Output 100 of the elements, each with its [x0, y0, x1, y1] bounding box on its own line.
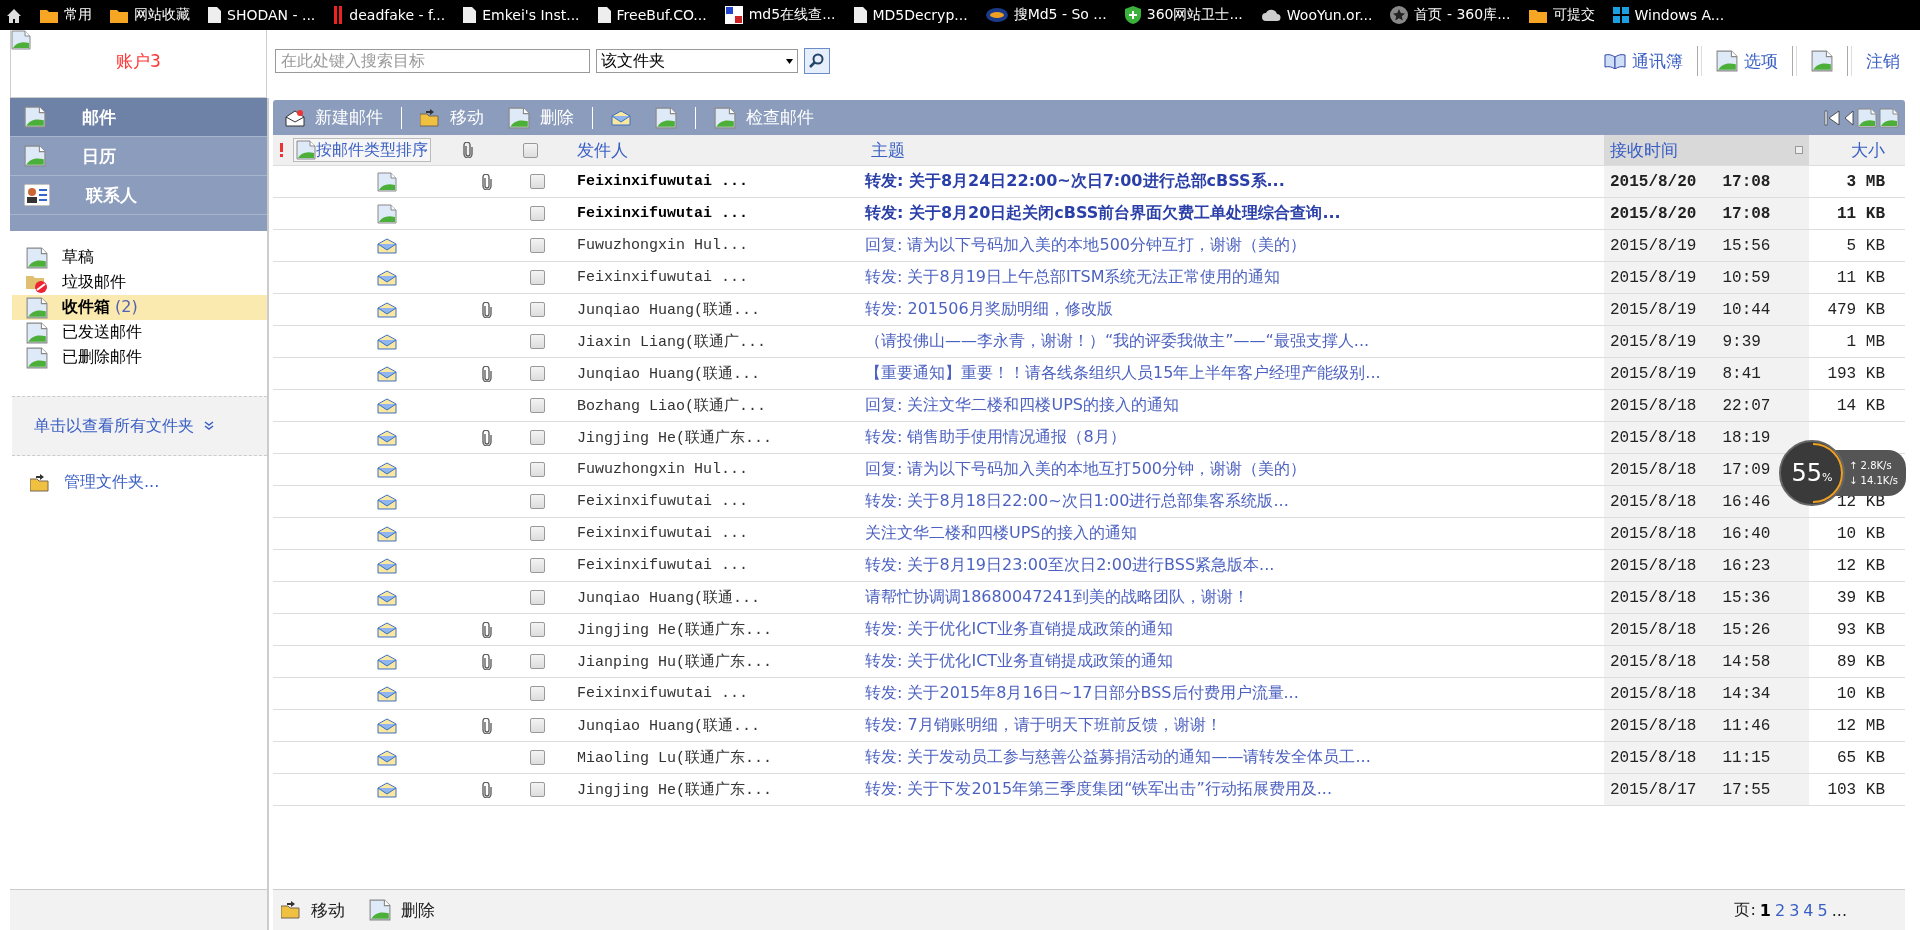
- received-time: 10:44: [1722, 300, 1771, 319]
- toolbar-button[interactable]: 删除: [369, 898, 435, 922]
- bookmark-link[interactable]: 首页 - 360库...: [1390, 6, 1511, 24]
- folder-scope-dropdown[interactable]: 该文件夹: [596, 49, 798, 73]
- bookmark-link[interactable]: 360网站卫士...: [1124, 6, 1243, 24]
- subject-link[interactable]: 回复: 关注文华二楼和四楼UPS的接入的通知: [865, 395, 1179, 416]
- row-checkbox[interactable]: [529, 334, 545, 349]
- picture-icon: [1879, 107, 1899, 128]
- previous-page-icon[interactable]: [1843, 108, 1855, 127]
- manage-folders-link[interactable]: 管理文件夹...: [64, 472, 160, 493]
- page-link[interactable]: 3: [1789, 900, 1800, 920]
- row-checkbox[interactable]: [529, 750, 545, 765]
- toolbar-button[interactable]: 移动: [281, 898, 345, 922]
- row-checkbox[interactable]: [529, 718, 545, 733]
- picture-icon: [377, 203, 397, 224]
- account-name: 账户3: [116, 50, 161, 73]
- received-date: 2015/8/18: [1610, 620, 1697, 639]
- subject-link[interactable]: 转发: 关于8月24日22:00~次日7:00进行总部cBSS系...: [865, 171, 1285, 192]
- first-page-icon[interactable]: [1823, 108, 1841, 127]
- subject-link[interactable]: 转发: 关于8月20日起关闭cBSS前台界面欠费工单处理综合查询...: [865, 203, 1341, 224]
- bookmark-link[interactable]: 常用: [40, 6, 92, 24]
- subject-link[interactable]: 转发: 201506月奖励明细，修改版: [865, 299, 1113, 320]
- subject-link[interactable]: 转发: 7月销账明细，请于明天下班前反馈，谢谢！: [865, 715, 1222, 736]
- subject-link[interactable]: 转发: 关于优化ICT业务直销提成政策的通知: [865, 619, 1174, 640]
- row-checkbox[interactable]: [529, 526, 545, 541]
- subject-link[interactable]: 关注文华二楼和四楼UPS的接入的通知: [865, 523, 1137, 544]
- row-checkbox[interactable]: [529, 270, 545, 285]
- page-link[interactable]: 2: [1775, 900, 1786, 920]
- folder-item[interactable]: 垃圾邮件: [12, 270, 267, 295]
- subject-link[interactable]: 转发: 关于优化ICT业务直销提成政策的通知: [865, 651, 1174, 672]
- bookmark-link[interactable]: 网站收藏: [110, 6, 190, 24]
- row-checkbox[interactable]: [529, 174, 545, 189]
- search-field[interactable]: 在此处键入搜索目标: [275, 49, 590, 73]
- row-checkbox[interactable]: [529, 686, 545, 701]
- more-pages: ...: [1831, 900, 1847, 920]
- subject-link[interactable]: 转发: 关于2015年8月16日~17日部分BSS后付费用户流量...: [865, 683, 1299, 704]
- bookmark-link[interactable]: deadfake - f...: [333, 6, 446, 24]
- row-checkbox[interactable]: [529, 238, 545, 253]
- subject-link[interactable]: 转发: 关于8月19日上午总部ITSM系统无法正常使用的通知: [865, 267, 1281, 288]
- envelope-icon: [377, 717, 397, 734]
- received-date: 2015/8/19: [1610, 268, 1697, 287]
- subject-link[interactable]: 回复: 请为以下号码加入美的本地500分钟互打，谢谢（美的）: [865, 235, 1306, 256]
- subject-link[interactable]: 转发: 关于8月18日22:00~次日1:00进行总部集客系统版...: [865, 491, 1289, 512]
- bookmark-link[interactable]: Emkei's Inst...: [463, 7, 580, 23]
- bookmark-link[interactable]: MD5Decryp...: [853, 7, 968, 23]
- header-link[interactable]: 注销: [1866, 49, 1900, 73]
- envelope-icon: [377, 333, 397, 350]
- bookmark-link[interactable]: FreeBuf.CO...: [597, 7, 707, 23]
- received-time: 9:39: [1722, 332, 1761, 351]
- row-checkbox[interactable]: [529, 782, 545, 797]
- row-checkbox[interactable]: [529, 654, 545, 669]
- page-link[interactable]: 4: [1803, 900, 1814, 920]
- cloud-icon: [1260, 8, 1281, 22]
- row-checkbox[interactable]: [529, 590, 545, 605]
- subject-link[interactable]: 转发: 关于下发2015年第三季度集团“铁军出击”行动拓展费用及...: [865, 779, 1333, 800]
- bookmark-link[interactable]: WooYun.or...: [1260, 7, 1373, 23]
- row-checkbox[interactable]: [529, 366, 545, 381]
- folder-item[interactable]: 收件箱 (2): [12, 295, 267, 320]
- row-checkbox[interactable]: [529, 494, 545, 509]
- bookmark-link[interactable]: Windows A...: [1612, 7, 1725, 23]
- folder-name: 已删除邮件: [62, 347, 142, 368]
- row-checkbox[interactable]: [529, 622, 545, 637]
- folder-item[interactable]: 已发送邮件: [12, 320, 267, 345]
- header-link[interactable]: 通讯簿: [1604, 49, 1683, 73]
- search-button[interactable]: [804, 48, 830, 74]
- column-header[interactable]: 大小: [1809, 135, 1905, 165]
- page-link[interactable]: 5: [1817, 900, 1828, 920]
- envelope-icon: [377, 237, 397, 254]
- sender-name: Feixinxifuwutai ...: [576, 525, 749, 542]
- subject-link[interactable]: 转发: 销售助手使用情况通报（8月）: [865, 427, 1126, 448]
- sender-name: Feixinxifuwutai ...: [576, 173, 749, 190]
- bookmark-link[interactable]: md5在线查...: [724, 6, 836, 24]
- row-checkbox[interactable]: [529, 558, 545, 573]
- paperclip-icon: [482, 717, 492, 734]
- column-header[interactable]: 主题: [865, 135, 1604, 165]
- row-checkbox[interactable]: [529, 206, 545, 221]
- row-checkbox[interactable]: [529, 462, 545, 477]
- nav-tab[interactable]: 邮件: [10, 98, 267, 137]
- subject-link[interactable]: 转发: 关于8月19日23:00至次日2:00进行BSS紧急版本...: [865, 555, 1275, 576]
- subject-link[interactable]: 【重要通知】重要！！请各线条组织人员15年上半年客户经理产能级别...: [865, 363, 1381, 384]
- row-checkbox[interactable]: [529, 398, 545, 413]
- bookmark-link[interactable]: 可提交: [1528, 6, 1595, 24]
- header-link[interactable]: 选项: [1716, 49, 1778, 73]
- subject-link[interactable]: （请投佛山——李永青，谢谢！）“我的评委我做主”——“最强支撑人...: [865, 331, 1370, 352]
- select-all-checkbox[interactable]: [523, 142, 538, 158]
- column-header[interactable]: 接收时间: [1604, 135, 1809, 165]
- bookmark-link[interactable]: SHODAN - ...: [208, 7, 316, 23]
- folder-item[interactable]: 草稿: [12, 245, 267, 270]
- column-header[interactable]: 发件人: [557, 135, 865, 165]
- message-size: 11 KB: [1837, 204, 1886, 223]
- subject-link[interactable]: 请帮忙协调调18680047241到美的战略团队，谢谢！: [865, 587, 1249, 608]
- folder-item[interactable]: 已删除邮件: [12, 345, 267, 370]
- subject-link[interactable]: 转发: 关于发动员工参与慈善公益募捐活动的通知——请转发全体员工...: [865, 747, 1371, 768]
- sort-by-type-button[interactable]: 按邮件类型排序: [293, 138, 431, 162]
- row-checkbox[interactable]: [529, 302, 545, 317]
- row-checkbox[interactable]: [529, 430, 545, 445]
- subject-link[interactable]: 回复: 请为以下号码加入美的本地互打500分钟，谢谢（美的）: [865, 459, 1306, 480]
- bookmark-link[interactable]: 搜Md5 - So ...: [985, 6, 1107, 24]
- page-link[interactable]: 1: [1759, 900, 1771, 920]
- sender-name: Junqiao Huang(联通...: [576, 716, 761, 735]
